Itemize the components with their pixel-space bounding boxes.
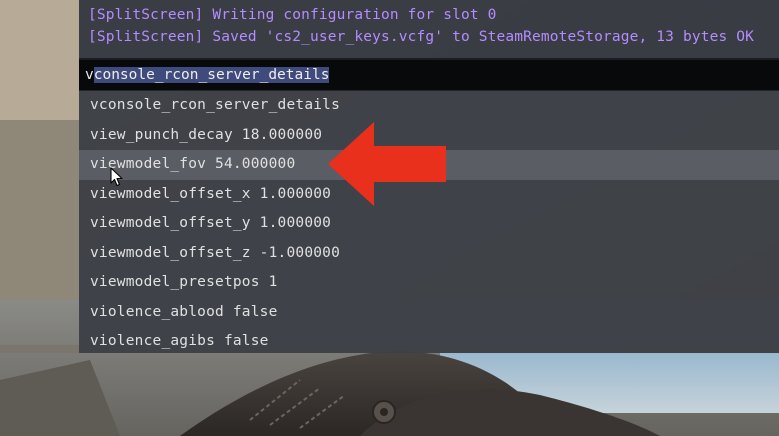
console-input-typed-text: v: [85, 67, 94, 83]
console-command-input[interactable]: vconsole_rcon_server_details: [79, 60, 779, 90]
console-log-line: [SplitScreen] Writing configuration for …: [88, 7, 497, 23]
suggestion-item[interactable]: vconsole_rcon_server_details: [79, 91, 779, 121]
suggestion-item[interactable]: violence_ablood false: [79, 298, 779, 328]
suggestion-item[interactable]: viewmodel_offset_y 1.000000: [79, 209, 779, 239]
suggestion-item[interactable]: viewmodel_presetpos 1: [79, 268, 779, 298]
suggestion-item[interactable]: viewmodel_offset_z -1.000000: [79, 239, 779, 269]
console-log-line: [SplitScreen] Saved 'cs2_user_keys.vcfg'…: [88, 29, 754, 45]
console-input-autocomplete-selection: console_rcon_server_details: [93, 67, 330, 83]
left-arrow-icon: [328, 122, 446, 206]
mouse-pointer-icon: [110, 167, 123, 187]
console-log-panel: [SplitScreen] Writing configuration for …: [79, 0, 779, 58]
suggestion-item[interactable]: violence_agibs false: [79, 327, 779, 357]
